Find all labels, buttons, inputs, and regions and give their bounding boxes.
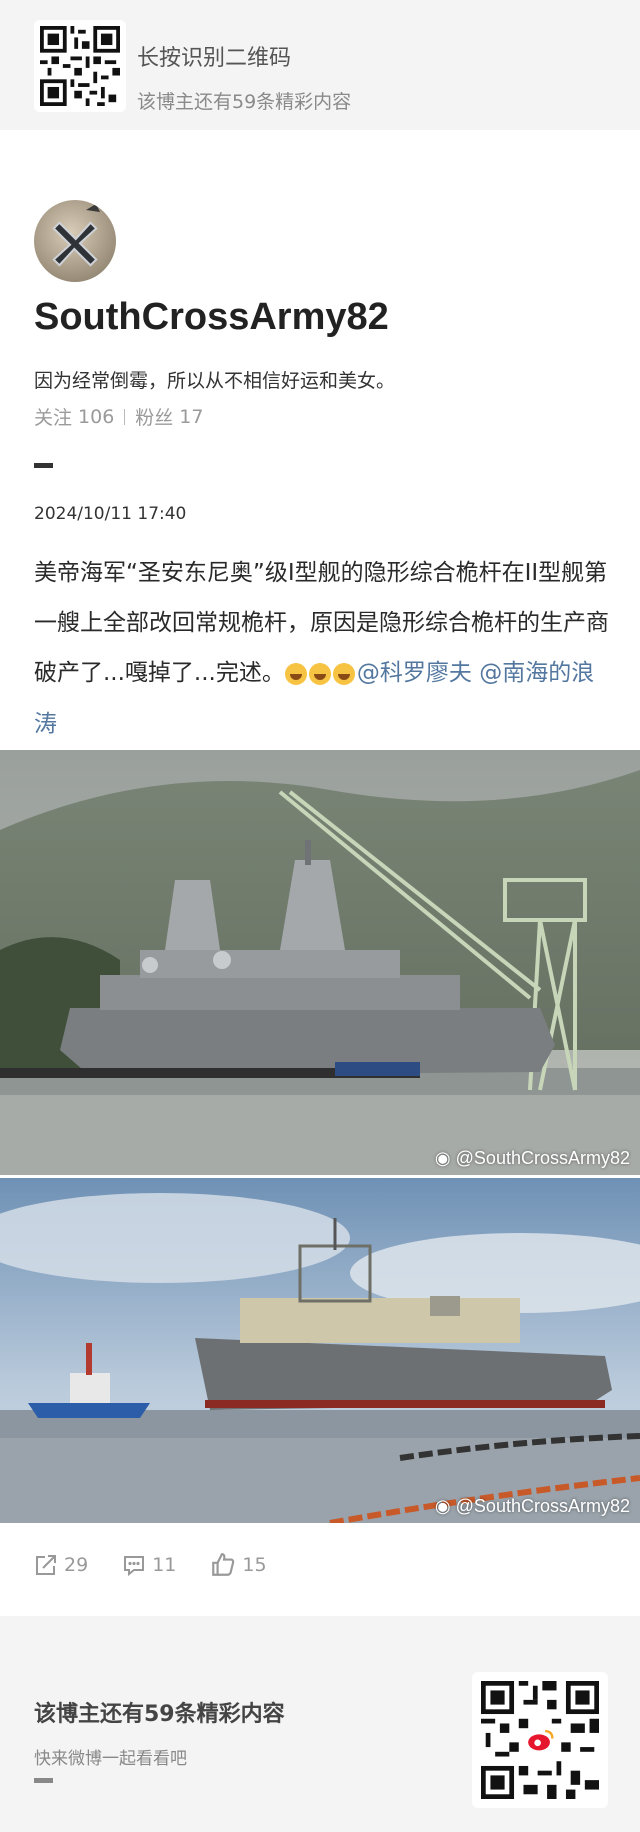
- post-image-2[interactable]: ◉ @SouthCrossArmy82: [0, 1178, 640, 1523]
- weibo-logo-icon: ◉: [434, 1148, 451, 1168]
- following-label: 关注: [34, 407, 73, 429]
- stats-divider: [124, 408, 126, 425]
- footer-divider: [34, 1778, 53, 1783]
- user-bio: 因为经常倒霉，所以从不相信好运和美女。: [34, 370, 396, 392]
- comment-button[interactable]: 11: [122, 1553, 176, 1577]
- followers-count[interactable]: 17: [179, 406, 203, 428]
- qr-banner: 长按识别二维码 该博主还有59条精彩内容: [0, 0, 640, 130]
- laughing-emoji-icon: [284, 649, 357, 699]
- username[interactable]: SouthCrossArmy82: [34, 296, 389, 339]
- post-image-1[interactable]: ◉ @SouthCrossArmy82: [0, 750, 640, 1175]
- comment-count: 11: [152, 1554, 177, 1576]
- banner-title: 长按识别二维码: [137, 46, 292, 71]
- following-count[interactable]: 106: [78, 406, 114, 428]
- qr-code-icon[interactable]: [472, 1672, 608, 1808]
- like-button[interactable]: 15: [210, 1552, 267, 1578]
- followers-label: 粉丝: [135, 407, 174, 429]
- qr-code-icon[interactable]: [34, 20, 126, 112]
- comment-icon: [124, 1556, 145, 1577]
- section-divider: [34, 463, 53, 468]
- share-icon: [36, 1555, 56, 1575]
- like-count: 15: [242, 1554, 267, 1576]
- follow-stats: 关注 106 粉丝 17: [34, 403, 203, 430]
- avatar[interactable]: [34, 200, 116, 282]
- watermark-text: @SouthCrossArmy82: [455, 1148, 630, 1168]
- weibo-logo-icon: ◉: [434, 1496, 451, 1516]
- banner-subtitle: 该博主还有59条精彩内容: [137, 91, 352, 113]
- like-icon: [212, 1553, 235, 1576]
- footer-promo: 该博主还有59条精彩内容 快来微博一起看看吧: [0, 1616, 640, 1832]
- watermark-text: @SouthCrossArmy82: [455, 1496, 630, 1516]
- footer-title: 该博主还有59条精彩内容: [34, 1702, 285, 1727]
- mention-link[interactable]: @科罗廖夫: [357, 660, 472, 686]
- image-watermark: ◉ @SouthCrossArmy82: [435, 1148, 630, 1169]
- post-timestamp: 2024/10/11 17:40: [34, 504, 187, 524]
- share-count: 29: [64, 1554, 89, 1576]
- share-button[interactable]: 29: [34, 1553, 88, 1577]
- post-text: 美帝海军“圣安东尼奥”级I型舰的隐形综合桅杆在II型舰第一艘上全部改回常规桅杆，…: [34, 548, 614, 749]
- post-action-bar: 29 11 15: [34, 1552, 301, 1578]
- footer-subtitle: 快来微博一起看看吧: [34, 1749, 187, 1769]
- image-watermark: ◉ @SouthCrossArmy82: [435, 1496, 630, 1517]
